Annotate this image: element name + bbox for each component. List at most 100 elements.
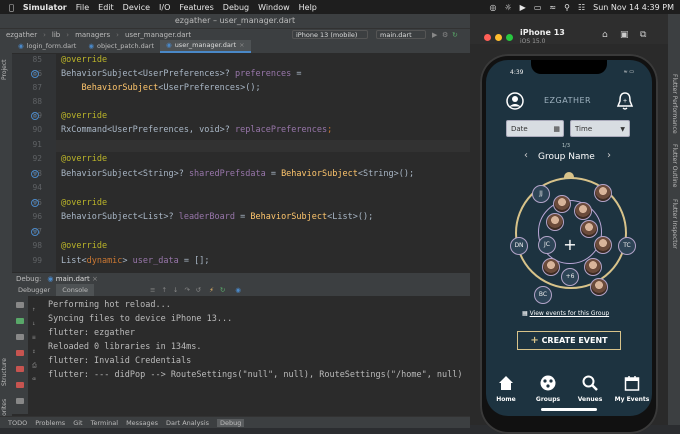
play-icon[interactable]: ▶	[520, 3, 526, 12]
devtools-icon[interactable]: ◉	[235, 286, 241, 294]
close-icon[interactable]: ×	[239, 39, 244, 52]
more-members-badge[interactable]: +6	[561, 268, 579, 286]
member-avatar[interactable]	[546, 213, 564, 231]
member-avatar[interactable]: BC	[534, 286, 552, 304]
breadcrumb-file[interactable]: user_manager.dart	[125, 31, 191, 39]
hot-reload-icon[interactable]: ⚡	[209, 286, 214, 294]
override-gutter-icon[interactable]: o	[31, 199, 39, 207]
soft-wrap-icon[interactable]: ≡	[32, 334, 40, 341]
brightness-icon[interactable]: ☼	[505, 3, 512, 12]
stop-icon[interactable]	[16, 350, 24, 356]
search-icon[interactable]: ⚲	[564, 3, 570, 12]
tab-todo[interactable]: TODO	[8, 419, 27, 427]
wifi-icon[interactable]: ≈	[549, 3, 556, 12]
resume-icon[interactable]	[16, 318, 24, 324]
view-events-link[interactable]: ▦ View events for this Group	[522, 310, 609, 317]
member-avatar[interactable]	[594, 184, 612, 202]
apple-icon[interactable]: 	[9, 3, 14, 12]
print-icon[interactable]: ⎙	[32, 362, 40, 369]
override-gutter-icon[interactable]: o	[31, 170, 39, 178]
menu-edit[interactable]: Edit	[98, 3, 114, 12]
menu-help[interactable]: Help	[299, 3, 317, 12]
wrench-icon[interactable]	[16, 302, 24, 308]
member-avatar[interactable]	[542, 258, 560, 276]
time-dropdown[interactable]: Time ▼	[570, 120, 630, 137]
add-member-button[interactable]: +	[561, 236, 579, 254]
nav-my-events[interactable]: My Events	[614, 375, 650, 403]
tab-debug[interactable]: Debug	[217, 418, 245, 427]
override-gutter-icon[interactable]: o	[31, 228, 39, 236]
override-gutter-icon[interactable]: o	[31, 112, 39, 120]
console-output[interactable]: ↑ ↓ ≡ ↧ ⎙ ⌫ Performing hot reload... Syn…	[28, 296, 470, 414]
app-screen[interactable]: 4:39 ≈ ▭ EZGATHER + Date ▦ Time ▼ 1/3 ‹ …	[486, 60, 652, 416]
member-avatar[interactable]: JC	[538, 236, 556, 254]
menu-debug[interactable]: Debug	[223, 3, 249, 12]
menu-io[interactable]: I/O	[159, 3, 170, 12]
member-avatar[interactable]: TC	[618, 237, 636, 255]
breadcrumb-project[interactable]: ezgather	[6, 31, 37, 39]
screenshot-icon[interactable]: ▣	[620, 30, 629, 40]
menu-device[interactable]: Device	[123, 3, 150, 12]
tool-flutter-outline[interactable]: Flutter Outline	[671, 144, 678, 187]
member-avatar[interactable]: JJ	[532, 185, 550, 203]
member-avatar[interactable]	[594, 236, 612, 254]
override-gutter-icon[interactable]: o	[31, 70, 39, 78]
notification-bell-icon[interactable]: +	[616, 91, 634, 111]
tab-dart-analysis[interactable]: Dart Analysis	[166, 419, 209, 427]
create-event-button[interactable]: + CREATE EVENT	[517, 331, 621, 350]
nav-groups[interactable]: Groups	[530, 375, 566, 403]
control-center-icon[interactable]: ☷	[578, 3, 585, 12]
tab-problems[interactable]: Problems	[35, 419, 65, 427]
member-avatar[interactable]	[590, 278, 608, 296]
code-editor[interactable]: @override BehaviorSubject<UserPreference…	[56, 54, 470, 272]
tab-object-patch[interactable]: ◉ object_patch.dart	[82, 40, 160, 53]
menubar-clock[interactable]: Sun Nov 14 4:39 PM	[593, 3, 674, 12]
member-avatar[interactable]	[580, 220, 598, 238]
menu-window[interactable]: Window	[258, 3, 290, 12]
debug-step-icons[interactable]: ≡↑↓↷↺	[150, 286, 207, 294]
settings-icon[interactable]	[16, 398, 24, 404]
run-icon[interactable]: ▶	[432, 31, 439, 39]
tab-user-manager[interactable]: ◉ user_manager.dart ×	[160, 40, 251, 53]
tab-messages[interactable]: Messages	[126, 419, 158, 427]
nav-venues[interactable]: Venues	[572, 375, 608, 403]
member-avatar[interactable]	[574, 202, 592, 220]
tab-console[interactable]: Console	[56, 284, 94, 296]
member-avatar[interactable]: DN	[510, 237, 528, 255]
hot-restart-icon[interactable]: ↻	[220, 286, 225, 294]
down-arrow-icon[interactable]: ↓	[32, 320, 40, 327]
battery-icon[interactable]: ▭	[534, 3, 542, 12]
tab-debugger[interactable]: Debugger	[12, 284, 56, 296]
home-button-icon[interactable]: ⌂	[602, 30, 608, 40]
tool-project[interactable]: Project	[1, 59, 8, 80]
next-group-arrow-icon[interactable]: ›	[607, 150, 611, 161]
tool-flutter-inspector[interactable]: Flutter Inspector	[671, 199, 678, 249]
pause-icon[interactable]	[16, 334, 24, 340]
home-indicator[interactable]	[541, 408, 597, 411]
close-icon[interactable]: ×	[92, 275, 98, 283]
nav-home[interactable]: Home	[488, 375, 524, 403]
breadcrumb-lib[interactable]: lib	[52, 31, 60, 39]
profile-icon[interactable]	[506, 92, 524, 110]
view-breakpoints-icon[interactable]	[16, 366, 24, 372]
minimize-window-button[interactable]	[495, 34, 502, 41]
hot-reload-icon[interactable]: ↻	[452, 31, 459, 39]
creative-cloud-icon[interactable]: ◎	[490, 3, 497, 12]
prev-group-arrow-icon[interactable]: ‹	[524, 150, 528, 161]
date-field[interactable]: Date ▦	[506, 120, 564, 137]
menu-simulator[interactable]: Simulator	[23, 3, 67, 12]
tab-git[interactable]: Git	[73, 419, 82, 427]
zoom-window-button[interactable]	[506, 34, 513, 41]
debug-config-tab[interactable]: ◉ main.dart ×	[47, 275, 98, 283]
menu-file[interactable]: File	[76, 3, 89, 12]
tool-structure[interactable]: Structure	[1, 358, 8, 386]
breadcrumb-managers[interactable]: managers	[75, 31, 110, 39]
device-selector[interactable]: iPhone 13 (mobile)	[292, 30, 368, 39]
tab-login-form[interactable]: ◉ login_form.dart	[12, 40, 82, 53]
member-avatar[interactable]	[553, 195, 571, 213]
debug-icon[interactable]: ⚙	[442, 31, 449, 39]
mute-breakpoints-icon[interactable]	[16, 382, 24, 388]
menu-features[interactable]: Features	[179, 3, 213, 12]
run-config-selector[interactable]: main.dart	[376, 30, 426, 39]
trash-icon[interactable]: ⌫	[32, 376, 40, 383]
